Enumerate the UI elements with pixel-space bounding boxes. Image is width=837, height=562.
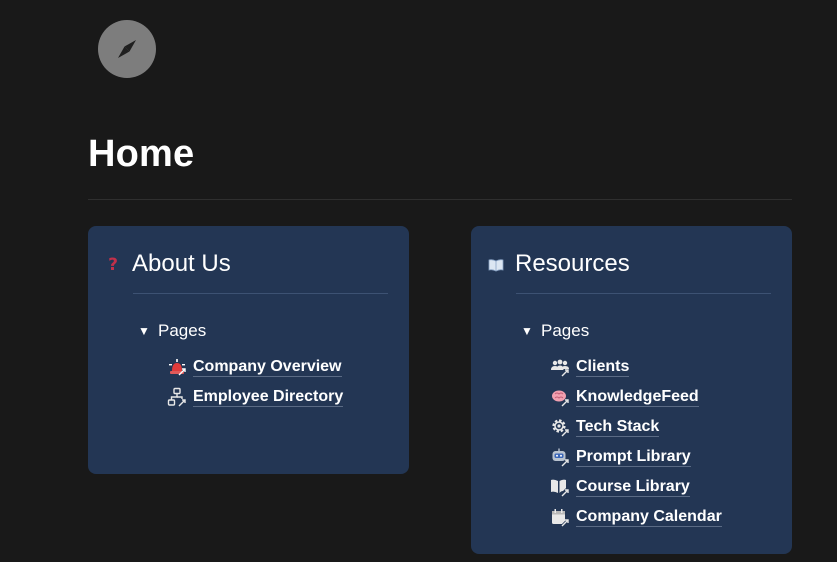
open-book-icon [487, 254, 505, 276]
link-label: Clients [576, 358, 630, 377]
link-label: KnowledgeFeed [576, 388, 699, 407]
gear-icon [549, 416, 571, 438]
link-label: Prompt Library [576, 448, 691, 467]
about-pages-list: Company Overview Employee Directory [166, 352, 344, 412]
link-label: Company Overview [193, 358, 342, 377]
resources-pages-toggle[interactable]: ▼ Pages [521, 320, 589, 342]
page: Home ? About Us ▼ Pages Company Overview… [0, 0, 837, 562]
link-tech-stack[interactable]: Tech Stack [549, 412, 722, 442]
link-knowledgefeed[interactable]: KnowledgeFeed [549, 382, 722, 412]
link-company-overview[interactable]: Company Overview [166, 352, 343, 382]
book-icon [549, 476, 571, 498]
triangle-down-icon[interactable]: ▼ [138, 320, 150, 342]
link-clients[interactable]: Clients [549, 352, 722, 382]
callout-divider [516, 293, 771, 294]
triangle-down-icon[interactable]: ▼ [521, 320, 533, 342]
brain-icon [549, 386, 571, 408]
link-label: Employee Directory [193, 388, 344, 407]
page-title: Home [88, 133, 195, 175]
siren-icon [166, 356, 188, 378]
link-label: Company Calendar [576, 508, 722, 527]
resources-heading: Resources [515, 250, 630, 277]
org-chart-icon [166, 386, 188, 408]
calendar-icon [549, 506, 571, 528]
link-prompt-library[interactable]: Prompt Library [549, 442, 722, 472]
link-course-library[interactable]: Course Library [549, 472, 722, 502]
toggle-label: Pages [158, 321, 207, 340]
resources-pages-list: Clients KnowledgeFeed Tech Stack Prompt … [549, 352, 722, 532]
title-divider [88, 199, 792, 200]
about-us-callout: ? About Us ▼ Pages Company Overview Empl… [88, 226, 409, 474]
link-label: Tech Stack [576, 418, 660, 437]
compass-icon[interactable] [98, 20, 156, 78]
about-us-heading: About Us [132, 250, 231, 277]
link-company-calendar[interactable]: Company Calendar [549, 502, 722, 532]
question-mark-icon: ? [108, 255, 118, 275]
robot-icon [549, 446, 571, 468]
people-icon [549, 356, 571, 378]
callout-divider [133, 293, 388, 294]
about-pages-toggle[interactable]: ▼ Pages [138, 320, 206, 342]
resources-callout: Resources ▼ Pages Clients KnowledgeFeed … [471, 226, 792, 554]
link-employee-directory[interactable]: Employee Directory [166, 382, 344, 412]
toggle-label: Pages [541, 321, 590, 340]
link-label: Course Library [576, 478, 690, 497]
